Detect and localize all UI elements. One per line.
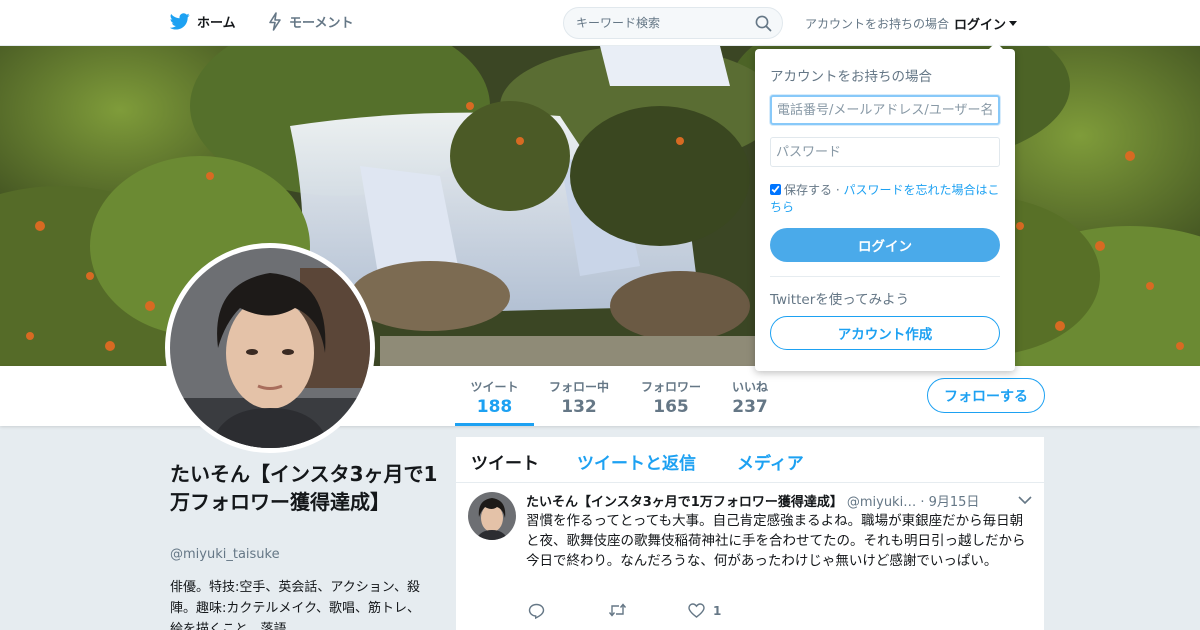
profile-handle[interactable]: @miyuki_taisuke — [170, 547, 280, 562]
login-prompt: アカウントをお持ちの場合 — [805, 17, 950, 31]
retweet-button[interactable] — [608, 603, 627, 617]
stat-followers[interactable]: フォロワー 165 — [632, 366, 710, 426]
caret-down-icon — [1009, 21, 1018, 26]
search-input[interactable] — [576, 14, 746, 32]
heart-icon — [688, 603, 705, 618]
tweet-author-name[interactable]: たいそん【インスタ3ヶ月で1万フォロワー獲得達成】 — [526, 495, 843, 510]
like-count: 1 — [713, 603, 722, 618]
tweet-avatar[interactable] — [468, 492, 516, 540]
stat-tweets[interactable]: ツイート 188 — [455, 366, 534, 426]
stat-label: フォロー中 — [548, 380, 609, 394]
tab-tweets[interactable]: ツイート — [471, 449, 539, 474]
search-box — [563, 7, 783, 39]
signup-button[interactable]: アカウント作成 — [770, 316, 1000, 350]
timeline: ツイート ツイートと返信 メディア たいそん【インスタ3ヶ月で1万フォロワー獲得… — [456, 437, 1044, 630]
avatar-photo — [170, 248, 370, 448]
stat-value: 165 — [653, 397, 689, 417]
chevron-down-icon[interactable] — [1018, 496, 1032, 505]
tab-media[interactable]: メディア — [737, 449, 804, 474]
separator: · — [832, 183, 844, 197]
login-link-label: ログイン — [954, 18, 1007, 33]
remember-checkbox[interactable] — [770, 184, 781, 195]
remember-label[interactable]: 保存する — [784, 183, 832, 197]
stat-following[interactable]: フォロー中 132 — [540, 366, 618, 426]
stat-value: 188 — [476, 397, 513, 417]
login-dropdown-toggle[interactable]: ログイン — [954, 14, 1018, 33]
password-input[interactable] — [770, 137, 1000, 167]
tweet-actions: 1 — [528, 603, 928, 623]
nav-home-label: ホーム — [197, 16, 236, 31]
tweet-author-handle[interactable]: @miyuki… — [847, 495, 916, 510]
divider — [770, 276, 1000, 277]
nav-home[interactable]: ホーム — [170, 12, 236, 31]
try-twitter-text: Twitterを使ってみよう — [770, 292, 910, 308]
stat-value: 237 — [732, 397, 768, 417]
remember-row: 保存する · パスワードを忘れた場合はこちら — [770, 182, 1002, 216]
timeline-tabs: ツイート ツイートと返信 メディア — [456, 437, 1044, 483]
stat-label: いいね — [731, 380, 768, 394]
twitter-bird-icon — [170, 13, 190, 30]
tweet-header: たいそん【インスタ3ヶ月で1万フォロワー獲得達成】 @miyuki… · 9月15… — [526, 491, 1036, 510]
lightning-icon — [269, 12, 281, 31]
tweet-text: 習慣を作るってとっても大事。自己肯定感強まるよね。職場が東銀座だから毎日朝と夜、… — [526, 513, 1026, 569]
profile-bio: 俳優。特技:空手、英会話、アクション、殺陣。趣味:カクテルメイク、歌唱、筋トレ、… — [170, 580, 420, 630]
like-button[interactable]: 1 — [688, 603, 721, 618]
top-navigation: ホーム モーメント アカウントをお持ちの場合 ログイン — [0, 0, 1200, 46]
login-button[interactable]: ログイン — [770, 228, 1000, 262]
retweet-icon — [608, 603, 627, 617]
follow-button[interactable]: フォローする — [927, 378, 1045, 413]
nav-moments[interactable]: モーメント — [268, 12, 353, 31]
stat-likes[interactable]: いいね 237 — [722, 366, 778, 426]
login-dropdown-heading: アカウントをお持ちの場合 — [770, 69, 932, 85]
profile-avatar[interactable] — [165, 243, 375, 453]
search-icon[interactable] — [755, 15, 772, 32]
tweet-avatar-photo — [468, 492, 516, 540]
profile-name: たいそん【インスタ3ヶ月で1万フォロワー獲得達成】 — [170, 462, 438, 514]
login-dropdown: アカウントをお持ちの場合 保存する · パスワードを忘れた場合はこちら ログイン… — [755, 42, 1015, 371]
reply-icon — [528, 603, 545, 619]
stat-label: ツイート — [470, 380, 519, 394]
reply-button[interactable] — [528, 603, 545, 619]
tweet-date[interactable]: · 9月15日 — [916, 495, 979, 510]
username-input[interactable] — [770, 95, 1000, 125]
stat-value: 132 — [561, 397, 597, 417]
stat-label: フォロワー — [640, 380, 701, 394]
tab-tweets-replies[interactable]: ツイートと返信 — [577, 449, 696, 474]
nav-moments-label: モーメント — [289, 16, 354, 31]
